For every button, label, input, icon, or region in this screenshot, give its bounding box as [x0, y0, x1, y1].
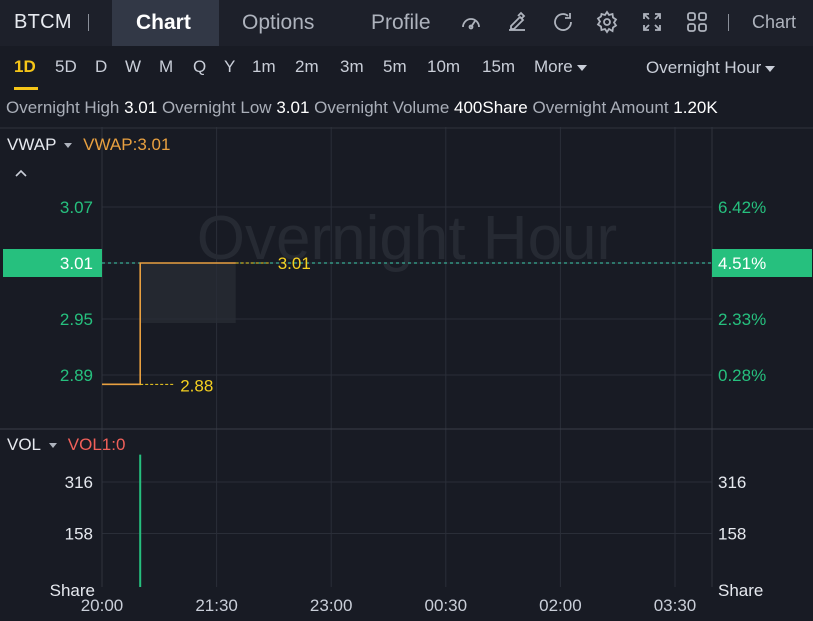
period-1m[interactable]: 1m — [252, 57, 276, 77]
current-change-badge: 4.51% — [718, 254, 766, 273]
vol-y-tick-label-right: 316 — [718, 473, 746, 492]
more-label: More — [534, 57, 573, 76]
fullscreen-icon[interactable] — [640, 10, 664, 34]
session-label: Overnight Hour — [646, 58, 762, 77]
period-y[interactable]: Y — [224, 57, 235, 77]
y-tick-label: 3.07 — [60, 198, 93, 217]
active-period-underline — [14, 87, 38, 90]
refresh-icon[interactable] — [551, 10, 575, 34]
settings-icon[interactable] — [595, 10, 619, 34]
y-tick-label: 2.89 — [60, 366, 93, 385]
x-tick-label: 21:30 — [195, 596, 238, 615]
tab-profile[interactable]: Profile — [371, 11, 431, 35]
annotation-high-label: 3.01 — [278, 254, 311, 273]
period-m[interactable]: M — [159, 57, 173, 77]
draw-icon[interactable] — [505, 10, 529, 34]
vol-unit-label-right: Share — [718, 581, 763, 600]
x-tick-label: 23:00 — [310, 596, 353, 615]
divider — [88, 14, 89, 31]
period-2m[interactable]: 2m — [295, 57, 319, 77]
period-15m[interactable]: 15m — [482, 57, 515, 77]
layout-grid-icon[interactable] — [685, 10, 709, 34]
overnight-stats: Overnight High 3.01 Overnight Low 3.01 O… — [6, 98, 718, 118]
price-volume-chart[interactable]: Overnight Hour3.07 6.42%2.95 2.33%2.89 0.28… — [0, 127, 813, 621]
vol-y-tick-label-right: 158 — [718, 525, 746, 544]
vwap-panel-header[interactable]: VWAP VWAP:3.01 — [7, 135, 170, 155]
overnight-volume-label: Overnight Volume — [314, 98, 450, 117]
y-tick-label-right: 2.33% — [718, 310, 766, 329]
x-tick-label: 20:00 — [81, 596, 124, 615]
period-10m[interactable]: 10m — [427, 57, 460, 77]
gauge-icon[interactable] — [459, 10, 483, 34]
current-price-badge: 3.01 — [60, 254, 93, 273]
divider — [728, 14, 729, 31]
collapse-chevron-icon[interactable] — [14, 166, 28, 178]
session-dropdown[interactable]: Overnight Hour — [646, 58, 776, 78]
period-selector: 1D 5D D W M Q Y 1m 2m 3m 5m 10m 15m More… — [0, 46, 813, 90]
period-5d[interactable]: 5D — [55, 57, 77, 77]
x-tick-label: 02:00 — [539, 596, 582, 615]
x-tick-label: 03:30 — [654, 596, 697, 615]
overnight-amount-label: Overnight Amount — [532, 98, 669, 117]
annotation-low-label: 2.88 — [180, 376, 213, 395]
caret-down-icon — [765, 65, 776, 72]
vwap-title: VWAP — [7, 135, 57, 154]
vol-title: VOL — [7, 435, 42, 454]
vol-y-tick-label: 158 — [65, 525, 93, 544]
overnight-high-label: Overnight High — [6, 98, 120, 117]
period-d[interactable]: D — [95, 57, 107, 77]
vol-indicator-label: VOL1:0 — [67, 435, 126, 454]
overnight-high-value: 3.01 — [124, 98, 158, 117]
vwap-indicator-label: VWAP:3.01 — [83, 135, 171, 154]
tab-chart[interactable]: Chart — [136, 11, 191, 35]
period-3m[interactable]: 3m — [340, 57, 364, 77]
vol-y-tick-label: 316 — [65, 473, 93, 492]
dropdown-triangle-icon — [64, 143, 73, 149]
top-bar: BTCM Chart Options Profile Chart — [0, 0, 813, 46]
price-area-fill — [140, 263, 236, 323]
tab-options[interactable]: Options — [242, 11, 314, 35]
overnight-low-value: 3.01 — [276, 98, 310, 117]
caret-down-icon — [576, 64, 587, 71]
overnight-low-label: Overnight Low — [161, 98, 272, 117]
period-5m[interactable]: 5m — [383, 57, 407, 77]
overnight-amount-value: 1.20K — [673, 98, 718, 117]
ticker-symbol: BTCM — [14, 11, 72, 33]
y-tick-label-right: 6.42% — [718, 198, 766, 217]
more-periods-dropdown[interactable]: More — [534, 57, 587, 77]
period-1d[interactable]: 1D — [14, 57, 36, 77]
period-q[interactable]: Q — [193, 57, 206, 77]
vol-panel-header[interactable]: VOL VOL1:0 — [7, 435, 125, 455]
overnight-volume-value: 400Share — [454, 98, 528, 117]
y-tick-label: 2.95 — [60, 310, 93, 329]
y-tick-label-right: 0.28% — [718, 366, 766, 385]
period-w[interactable]: W — [125, 57, 141, 77]
chart-menu-label[interactable]: Chart — [752, 12, 796, 33]
dropdown-triangle-icon — [49, 443, 58, 449]
x-tick-label: 00:30 — [425, 596, 468, 615]
